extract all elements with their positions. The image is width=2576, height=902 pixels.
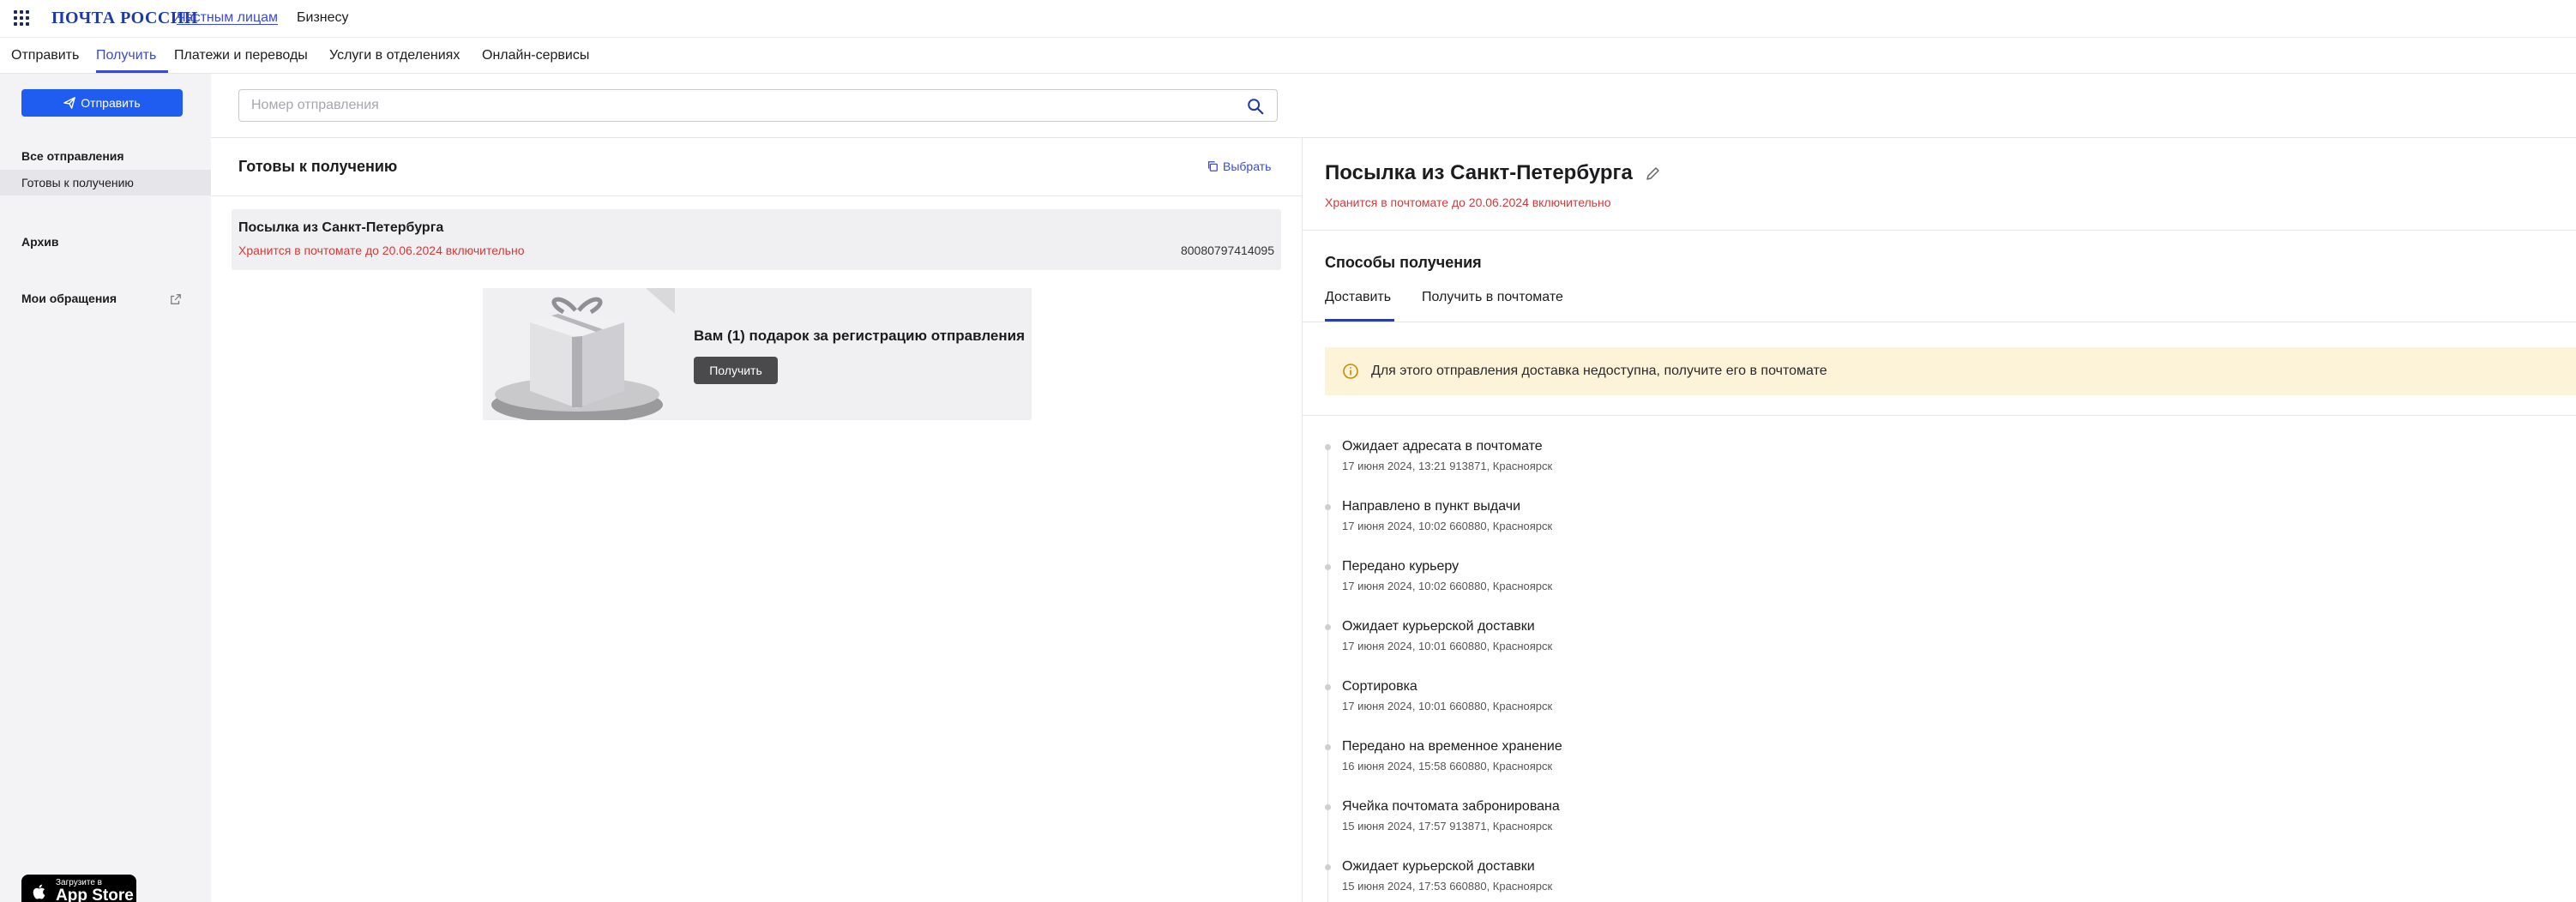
search-box: [238, 89, 1278, 122]
event-meta: 17 июня 2024, 10:02 660880, Красноярск: [1342, 520, 1553, 532]
search-icon[interactable]: [1246, 97, 1265, 116]
event-name: Передано курьеру: [1342, 559, 1460, 574]
sidebar-item-archive[interactable]: Архив: [21, 235, 58, 249]
nav-send[interactable]: Отправить: [11, 48, 79, 63]
timeline-dot: [1325, 444, 1331, 450]
apps-grid-icon[interactable]: [14, 10, 31, 27]
event-meta: 17 июня 2024, 10:01 660880, Красноярск: [1342, 700, 1553, 713]
sidebar-heading-all[interactable]: Все отправления: [21, 149, 124, 163]
timeline-dot: [1325, 744, 1331, 750]
event-name: Ожидает курьерской доставки: [1342, 619, 1535, 634]
app-store-badge[interactable]: Загрузите в App Store: [21, 875, 136, 902]
external-link-icon[interactable]: [170, 293, 182, 305]
timeline-event: Передано на временное хранение 16 июня 20…: [1325, 739, 1925, 791]
timeline-dot: [1325, 624, 1331, 630]
gift-box-image: [491, 288, 675, 420]
gift-promo-banner: Вам (1) подарок за регистрацию отправлен…: [483, 288, 1032, 420]
timeline-event: Сортировка 17 июня 2024, 10:01 660880, Кр…: [1325, 679, 1925, 731]
timeline-dot: [1325, 684, 1331, 690]
event-meta: 15 июня 2024, 17:57 913871, Красноярск: [1342, 820, 1553, 833]
column-divider: [1302, 138, 1303, 902]
timeline-event: Ожидает курьерской доставки 17 июня 2024,…: [1325, 619, 1925, 670]
event-meta: 17 июня 2024, 10:01 660880, Красноярск: [1342, 640, 1553, 652]
parcel-number: 80080797414095: [1180, 244, 1274, 257]
apple-icon: [33, 884, 45, 899]
delivery-notice: Для этого отправления доставка недоступн…: [1325, 347, 2576, 395]
methods-title: Способы получения: [1325, 254, 1482, 271]
nav-online[interactable]: Онлайн-сервисы: [482, 48, 589, 63]
top-link-private[interactable]: Частным лицам: [177, 10, 278, 26]
divider: [211, 195, 1302, 196]
select-label: Выбрать: [1223, 159, 1272, 173]
event-name: Ожидает курьерской доставки: [1342, 859, 1535, 874]
event-meta: 16 июня 2024, 15:58 660880, Красноярск: [1342, 760, 1553, 773]
nav-active-indicator: [96, 70, 168, 73]
event-name: Ячейка почтомата забронирована: [1342, 799, 1560, 814]
event-meta: 17 июня 2024, 13:21 913871, Красноярск: [1342, 460, 1553, 472]
tab-deliver[interactable]: Доставить: [1325, 290, 1391, 305]
paper-plane-icon: [63, 97, 76, 109]
event-name: Сортировка: [1342, 679, 1417, 694]
sidebar-item-appeals[interactable]: Мои обращения: [21, 292, 117, 305]
timeline-dot: [1325, 864, 1331, 870]
app-store-big-text: App Store: [56, 887, 134, 902]
event-name: Передано на временное хранение: [1342, 739, 1562, 754]
promo-get-button[interactable]: Получить: [694, 357, 778, 384]
send-button[interactable]: Отправить: [21, 89, 183, 117]
event-meta: 17 июня 2024, 10:02 660880, Красноярск: [1342, 580, 1553, 592]
notice-text: Для этого отправления доставка недоступн…: [1371, 364, 1827, 378]
top-bar: ПОЧТА РОССИИ Частным лицам Бизнесу: [0, 0, 2576, 38]
timeline-event: Передано курьеру 17 июня 2024, 10:02 6608…: [1325, 559, 1925, 610]
event-meta: 15 июня 2024, 17:53 660880, Красноярск: [1342, 880, 1553, 893]
info-icon: [1343, 364, 1358, 379]
event-name: Ожидает адресата в почтомате: [1342, 439, 1543, 454]
promo-title: Вам (1) подарок за регистрацию отправлен…: [694, 328, 1026, 344]
divider: [1303, 415, 2576, 416]
event-name: Направлено в пункт выдачи: [1342, 499, 1521, 514]
copy-icon: [1207, 161, 1218, 171]
timeline-event: Направлено в пункт выдачи 17 июня 2024, 1…: [1325, 499, 1925, 550]
timeline-dot: [1325, 504, 1331, 510]
nav-services[interactable]: Услуги в отделениях: [329, 48, 460, 63]
top-link-business[interactable]: Бизнесу: [297, 10, 349, 26]
timeline-dot: [1325, 564, 1331, 570]
main-nav: Отправить Получить Платежи и переводы Ус…: [0, 38, 2576, 74]
parcel-title: Посылка из Санкт-Петербурга: [238, 220, 444, 235]
parcel-card[interactable]: Посылка из Санкт-Петербурга Хранится в п…: [232, 209, 1281, 270]
timeline-event: Ожидает курьерской доставки 15 июня 2024,…: [1325, 859, 1925, 902]
search-input[interactable]: [251, 97, 1229, 114]
send-button-label: Отправить: [81, 96, 141, 110]
parcel-status: Хранится в почтомате до 20.06.2024 включ…: [238, 244, 525, 257]
sidebar-item-ready[interactable]: Готовы к получению: [0, 170, 211, 195]
detail-title: Посылка из Санкт-Петербурга: [1325, 161, 1633, 184]
tab-pickup-parcel-locker[interactable]: Получить в почтомате: [1422, 290, 1563, 305]
nav-payments[interactable]: Платежи и переводы: [174, 48, 308, 63]
nav-receive[interactable]: Получить: [96, 48, 156, 63]
divider: [211, 137, 2576, 138]
pencil-icon[interactable]: [1645, 165, 1662, 182]
sidebar: Отправить Все отправления Готовы к получ…: [0, 74, 211, 902]
detail-status: Хранится в почтомате до 20.06.2024 включ…: [1325, 195, 1611, 209]
select-button[interactable]: Выбрать: [1207, 159, 1271, 173]
timeline-dot: [1325, 804, 1331, 810]
timeline-event: Ячейка почтомата забронирована 15 июня 20…: [1325, 799, 1925, 851]
divider: [1303, 230, 2576, 231]
list-title: Готовы к получению: [238, 158, 398, 175]
timeline-event: Ожидает адресата в почтомате 17 июня 2024…: [1325, 439, 1925, 490]
